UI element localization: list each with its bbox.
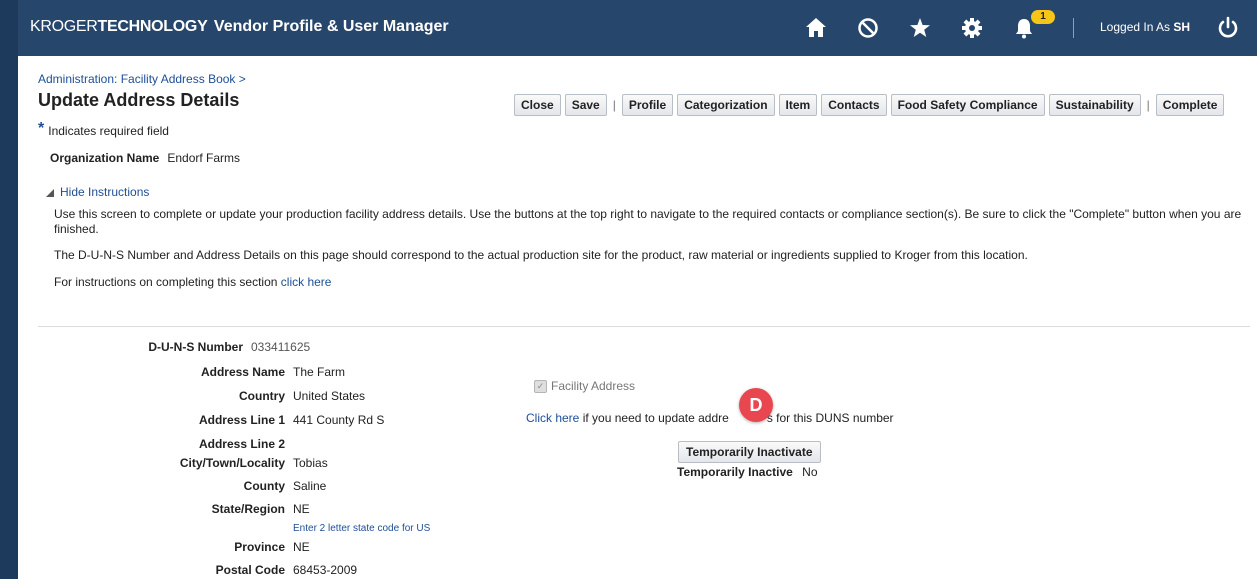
address-line-2-label: Address Line 2 [198, 437, 285, 451]
temporarily-inactivate-button[interactable]: Temporarily Inactivate [678, 441, 821, 463]
page-title: Update Address Details [38, 90, 240, 110]
brand-kroger: KROGER [30, 18, 98, 35]
state-code-hint: Enter 2 letter state code for US [293, 523, 431, 534]
instructions-paragraph-1: Use this screen to complete or update yo… [54, 207, 1242, 236]
logged-in-user: SH [1173, 20, 1191, 34]
country-value: United States [293, 389, 366, 403]
postal-code-value: 68453-2009 [293, 563, 358, 577]
facility-address-checkbox[interactable]: ✓ [534, 380, 547, 393]
save-button[interactable]: Save [564, 94, 607, 116]
update-address-link[interactable]: Click here [526, 411, 579, 425]
item-button[interactable]: Item [778, 94, 818, 116]
top-navigation-bar: KROGERTECHNOLOGY Vendor Profile & User M… [18, 0, 1257, 56]
province-value: NE [293, 540, 310, 554]
app-brand[interactable]: KROGERTECHNOLOGY Vendor Profile & User M… [30, 18, 449, 36]
toolbar-separator: | [1146, 98, 1150, 112]
gear-icon[interactable] [958, 14, 986, 42]
food-safety-compliance-button[interactable]: Food Safety Compliance [890, 94, 1045, 116]
city-label: City/Town/Locality [179, 456, 285, 470]
facility-address-label: Facility Address [551, 379, 636, 393]
temporarily-inactive-label: Temporarily Inactive [677, 465, 793, 479]
main-content: Administration: Facility Address Book > … [18, 56, 1257, 579]
hide-instructions-toggle[interactable]: Hide Instructions [46, 185, 149, 199]
organization-row: Organization Name Endorf Farms [50, 151, 240, 165]
required-field-note: * Indicates required field [38, 120, 169, 140]
address-name-label: Address Name [200, 365, 285, 379]
categorization-button[interactable]: Categorization [677, 94, 775, 116]
sustainability-button[interactable]: Sustainability [1048, 94, 1141, 116]
organization-value: Endorf Farms [167, 151, 241, 165]
update-address-row: Click here if you need to update addre s … [526, 411, 894, 425]
city-value: Tobias [293, 456, 328, 470]
update-address-text-a: if you need to update addre [582, 411, 729, 425]
required-field-text: Indicates required field [48, 124, 169, 138]
state-region-label: State/Region [211, 502, 285, 516]
county-value: Saline [293, 479, 327, 493]
notification-count-badge: 1 [1031, 10, 1055, 24]
required-star-icon: * [38, 120, 45, 137]
duns-label: D-U-N-S Number [148, 340, 243, 354]
logged-in-status: Logged In As SH [1100, 20, 1190, 34]
toolbar: Close Save | Profile Categorization Item… [514, 94, 1228, 116]
contacts-button[interactable]: Contacts [821, 94, 887, 116]
home-icon[interactable] [802, 14, 830, 42]
profile-button[interactable]: Profile [621, 94, 674, 116]
toolbar-separator: | [612, 98, 616, 112]
temporarily-inactive-row: Temporarily Inactive No [677, 465, 818, 479]
logged-in-label: Logged In As [1100, 20, 1171, 34]
temporarily-inactive-value: No [802, 465, 818, 479]
state-region-value: NE [293, 502, 310, 516]
province-label: Province [234, 540, 285, 554]
no-entry-icon[interactable] [854, 14, 882, 42]
update-address-text-b: s for this DUNS number [766, 411, 894, 425]
section-divider [38, 326, 1250, 327]
hide-instructions-label: Hide Instructions [60, 185, 150, 199]
annotation-marker: D [739, 388, 773, 422]
postal-code-label: Postal Code [215, 563, 285, 577]
instructions-link[interactable]: click here [281, 275, 332, 289]
app-window: KROGERTECHNOLOGY Vendor Profile & User M… [18, 0, 1257, 579]
organization-label: Organization Name [50, 151, 160, 165]
country-label: Country [239, 389, 285, 403]
duns-value: 033411625 [251, 340, 311, 354]
instructions-paragraph-2: The D-U-N-S Number and Address Details o… [54, 248, 1028, 262]
complete-button[interactable]: Complete [1155, 94, 1225, 116]
collapse-triangle-icon [46, 189, 54, 197]
close-button[interactable]: Close [514, 94, 561, 116]
header-divider [1073, 18, 1074, 38]
address-name-value: The Farm [293, 365, 346, 379]
address-line-1-label: Address Line 1 [198, 413, 285, 427]
star-icon[interactable] [906, 14, 934, 42]
instructions-prefix: For instructions on completing this sect… [54, 275, 278, 289]
power-icon[interactable] [1214, 14, 1242, 42]
app-title: Vendor Profile & User Manager [213, 18, 449, 35]
brand-technology: TECHNOLOGY [97, 18, 208, 35]
breadcrumb[interactable]: Administration: Facility Address Book > [38, 72, 246, 86]
address-line-1-value: 441 County Rd S [293, 413, 385, 427]
county-label: County [243, 479, 285, 493]
instructions-paragraph-3: For instructions on completing this sect… [54, 275, 1250, 290]
